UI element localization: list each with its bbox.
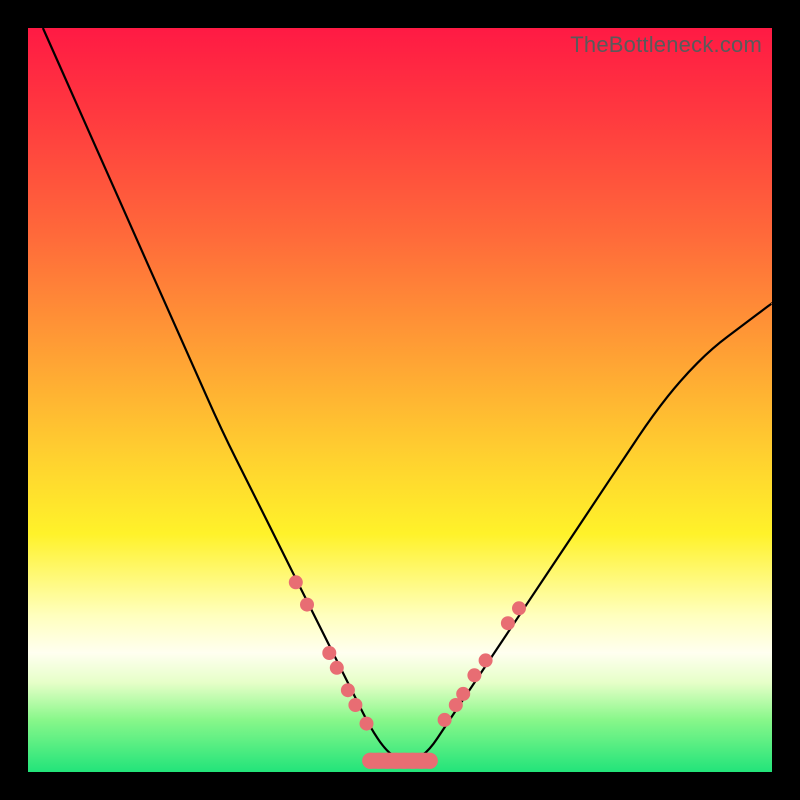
marker-dot (289, 575, 303, 589)
marker-dot (330, 661, 344, 675)
bottleneck-curve (43, 28, 772, 761)
chart-svg (28, 28, 772, 772)
marker-dot (512, 601, 526, 615)
marker-dot (479, 653, 493, 667)
marker-dot (360, 717, 374, 731)
marker-dot (456, 687, 470, 701)
marker-dot (501, 616, 515, 630)
plot-area: TheBottleneck.com (28, 28, 772, 772)
marker-dot (348, 698, 362, 712)
marker-dot (300, 598, 314, 612)
chart-frame: TheBottleneck.com (0, 0, 800, 800)
markers-right (438, 601, 526, 727)
marker-dot (422, 753, 438, 769)
marker-dot (322, 646, 336, 660)
marker-dot (438, 713, 452, 727)
markers-left (289, 575, 374, 730)
marker-dot (341, 683, 355, 697)
bottom-band (362, 753, 438, 769)
marker-dot (467, 668, 481, 682)
